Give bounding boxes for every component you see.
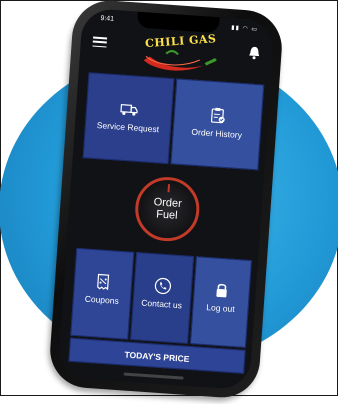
status-icons: ▮▮ ◠ ▭ [231, 24, 258, 33]
coupons-button[interactable]: Coupons [70, 248, 134, 340]
contact-us-label: Contact us [133, 297, 190, 311]
power-tick-icon [167, 184, 170, 192]
status-time: 9:41 [100, 15, 114, 23]
order-fuel-zone: Order Fuel [77, 160, 259, 258]
phone-call-icon [153, 276, 172, 295]
service-request-label: Service Request [86, 119, 170, 135]
order-fuel-label-line2: Fuel [152, 208, 181, 222]
log-out-label: Log out [193, 301, 248, 315]
phone-screen: 9:41 ▮▮ ◠ ▭ CHILI GAS [57, 8, 274, 390]
coupons-label: Coupons [74, 293, 131, 307]
chili-gas-logo: CHILI GAS [125, 29, 228, 82]
image-frame: 9:41 ▮▮ ◠ ▭ CHILI GAS [0, 0, 338, 396]
order-fuel-button[interactable]: Order Fuel [133, 175, 201, 243]
lock-icon [212, 281, 231, 300]
order-history-label: Order History [173, 125, 259, 141]
order-history-button[interactable]: Order History [170, 78, 264, 170]
contact-us-button[interactable]: Contact us [130, 252, 194, 344]
service-request-button[interactable]: Service Request [83, 72, 175, 164]
log-out-button[interactable]: Log out [190, 256, 252, 348]
delivery-truck-icon [120, 100, 139, 119]
bell-icon[interactable] [248, 45, 261, 60]
coupon-ticket-icon [93, 272, 112, 291]
clipboard-check-icon [208, 106, 227, 125]
chili-pepper-icon [125, 29, 228, 82]
phone-device: 9:41 ▮▮ ◠ ▭ CHILI GAS [48, 0, 285, 400]
home-indicator [124, 372, 184, 379]
hamburger-menu-icon[interactable] [92, 37, 107, 48]
